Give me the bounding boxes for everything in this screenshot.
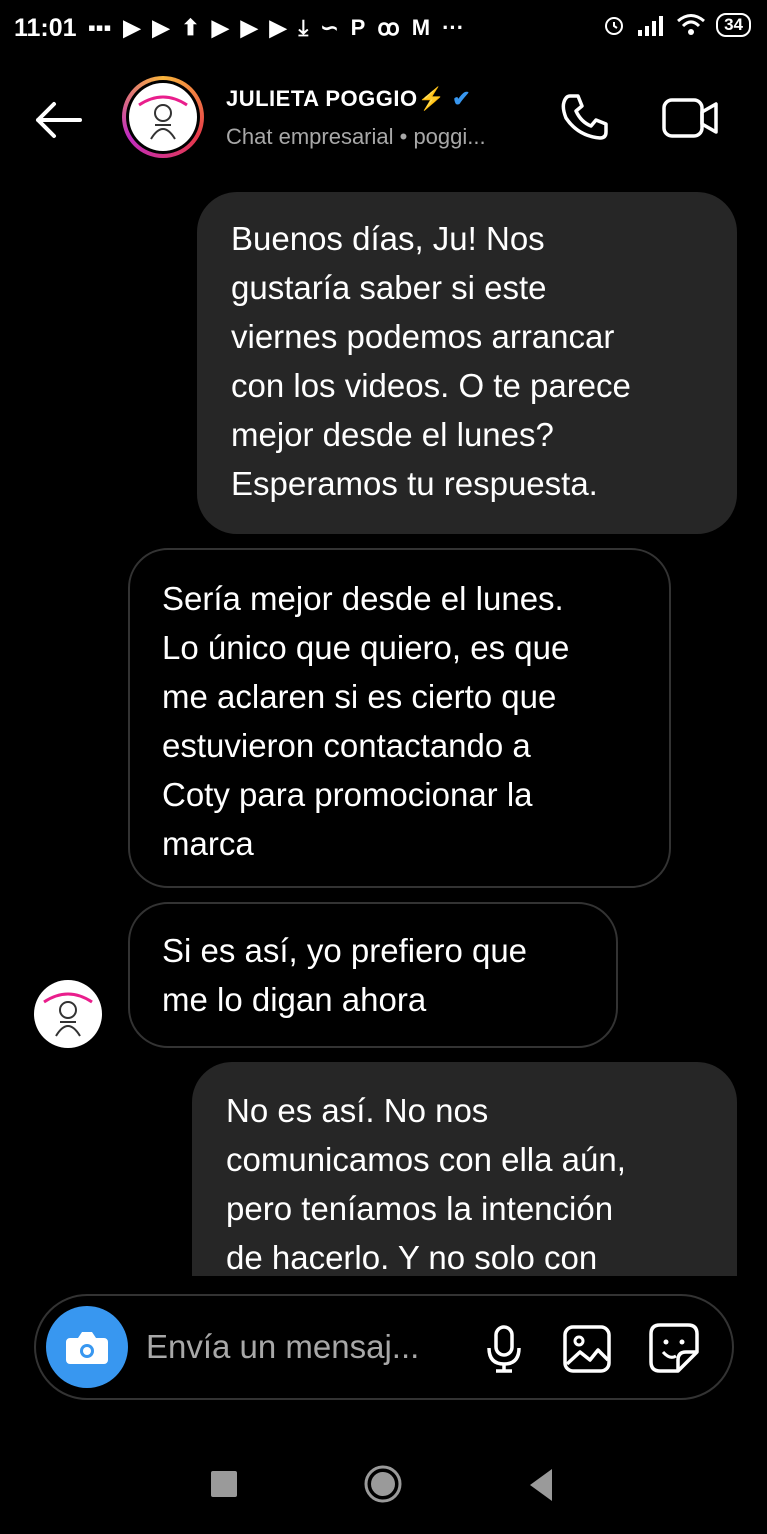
download-icon: ⤓: [298, 15, 309, 40]
signal-icon: [638, 16, 664, 36]
recents-icon[interactable]: [211, 1471, 237, 1497]
gallery-icon[interactable]: [562, 1324, 612, 1374]
message-bubble-sent[interactable]: No es así. No nos comunicamos con ella a…: [192, 1062, 737, 1282]
app-icon: ꝏ: [377, 15, 400, 40]
message-line: Coty para promocionar la: [162, 776, 533, 813]
sender-avatar[interactable]: [34, 980, 102, 1048]
play-icon: ▶: [211, 15, 229, 40]
video-call-icon[interactable]: [660, 90, 720, 146]
message-line: con los videos. O te parece: [231, 367, 631, 404]
play-icon: ▶: [123, 15, 141, 40]
play-icon: ▶: [152, 15, 170, 40]
message-line: comunicamos con ella aún,: [226, 1141, 626, 1178]
alarm-icon: [605, 17, 624, 35]
phone-call-icon[interactable]: [556, 90, 612, 146]
p-icon: P: [350, 15, 366, 40]
message-line: me lo digan ahora: [162, 981, 427, 1018]
avatar[interactable]: [122, 76, 204, 158]
camera-icon: [66, 1332, 108, 1364]
message-line: estuvieron contactando a: [162, 727, 531, 764]
microphone-icon[interactable]: [484, 1324, 524, 1374]
message-line: gustaría saber si este: [231, 269, 547, 306]
nav-back-icon[interactable]: [526, 1467, 556, 1503]
message-bubble-sent[interactable]: Buenos días, Ju! Nos gustaría saber si e…: [197, 192, 737, 534]
status-right-icons: 34: [602, 13, 751, 37]
battery-icon: 34: [716, 13, 751, 37]
message-icon: ▪▪▪: [88, 15, 112, 40]
contact-name[interactable]: JULIETA POGGIO⚡ ✔: [226, 86, 471, 112]
play-icon: ▶: [240, 15, 258, 40]
status-bar: 11:01 ▪▪▪ ▶ ▶ ⬆ ▶ ▶ ▶ ⤓ ∽ P ꝏ M ··· 34: [0, 0, 767, 60]
wifi-icon: [677, 14, 706, 35]
profile-picture-icon: [43, 992, 93, 1037]
message-line: viernes podemos arrancar: [231, 318, 615, 355]
message-line: de hacerlo. Y no solo con: [226, 1239, 598, 1276]
link-icon: ∽: [320, 15, 339, 40]
upload-icon: ⬆: [181, 15, 200, 40]
message-line: Sería mejor desde el lunes.: [162, 580, 564, 617]
more-dots-icon: ···: [442, 15, 465, 40]
back-arrow-icon[interactable]: [30, 98, 86, 142]
notification-icons: ▪▪▪ ▶ ▶ ⬆ ▶ ▶ ▶ ⤓ ∽ P ꝏ M ···: [88, 15, 464, 41]
verified-badge-icon: ✔: [452, 86, 472, 111]
message-line: marca: [162, 825, 254, 862]
message-input[interactable]: Envía un mensaj...: [146, 1328, 419, 1366]
camera-button[interactable]: [46, 1306, 128, 1388]
message-line: No es así. No nos: [226, 1092, 489, 1129]
home-icon[interactable]: [363, 1464, 403, 1504]
message-composer: Envía un mensaj...: [34, 1294, 734, 1400]
message-line: me aclaren si es cierto que: [162, 678, 557, 715]
message-bubble-received[interactable]: Si es así, yo prefiero que me lo digan a…: [128, 902, 618, 1048]
status-time: 11:01: [14, 14, 77, 42]
message-bubble-received[interactable]: Sería mejor desde el lunes. Lo único que…: [128, 548, 671, 888]
profile-picture-icon: [138, 95, 188, 140]
message-line: Lo único que quiero, es que: [162, 629, 570, 666]
contact-name-text: JULIETA POGGIO: [226, 86, 418, 111]
message-line: Esperamos tu respuesta.: [231, 465, 598, 502]
chat-subtitle: Chat empresarial • poggi...: [226, 124, 486, 149]
message-line: mejor desde el lunes?: [231, 416, 554, 453]
message-line: pero teníamos la intención: [226, 1190, 614, 1227]
play-icon: ▶: [269, 15, 287, 40]
chat-header: JULIETA POGGIO⚡ ✔ Chat empresarial • pog…: [0, 68, 767, 178]
system-nav-bar: [0, 1440, 767, 1534]
message-line: Buenos días, Ju! Nos: [231, 220, 545, 257]
sticker-icon[interactable]: [648, 1322, 700, 1374]
message-line: Si es así, yo prefiero que: [162, 932, 528, 969]
gmail-icon: M: [411, 15, 431, 40]
bolt-icon: ⚡: [417, 86, 446, 111]
